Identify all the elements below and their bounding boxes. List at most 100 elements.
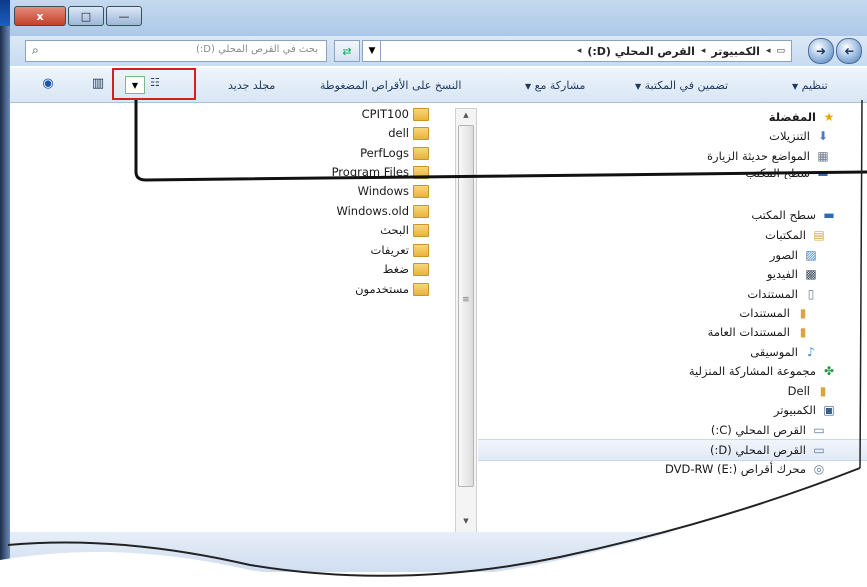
list-item[interactable]: Program Files [332,163,429,181]
nav-buttons: ➜ ➜ [808,38,863,64]
list-item[interactable]: مستخدمون [355,280,429,298]
file-name: PerfLogs [360,146,409,160]
grip-icon: ≡ [462,295,470,305]
folder-icon [413,282,429,296]
burn-button[interactable]: النسخ على الأقراص المضغوطة [320,79,461,92]
desktop-icon: ▬ [817,167,829,179]
refresh-button[interactable]: ⇄ [334,40,360,62]
list-item[interactable]: ضغط [383,260,429,278]
nav-desktop[interactable]: ▬ سطح المكتب [751,206,837,224]
nav-documents[interactable]: ▯ المستندات [747,285,819,303]
breadcrumb-separator-icon: ◂ [700,46,706,56]
arrow-right-icon: ➜ [815,44,827,58]
help-icon[interactable]: ◉ [38,76,58,92]
nav-label: المستندات [747,287,798,301]
search-input[interactable]: ⌕ بحث في القرص المحلي (D:) [25,40,327,62]
scrollbar-thumb[interactable] [458,125,474,487]
minimize-button[interactable]: — [106,6,142,26]
include-library-label: تضمين في المكتبة [644,79,729,92]
forward-button[interactable]: ➜ [808,38,834,64]
arrow-left-icon: ➜ [843,44,855,58]
file-name: Windows.old [336,204,409,218]
user-folder-icon: ▮ [819,384,827,398]
nav-label: الكمبيوتر [773,403,816,417]
nav-video[interactable]: ▩ الفيديو [767,265,819,283]
file-name: Windows [357,184,409,198]
nav-computer[interactable]: ▣ الكمبيوتر [774,401,837,419]
list-item[interactable]: تعريفات [371,241,429,259]
nav-desktop-favorite[interactable]: ▬ سطح المكتب [745,167,831,179]
nav-label: المكتبات [765,228,806,242]
computer-drive-icon: ▭ [776,46,785,56]
documents-icon: ▯ [807,287,815,301]
address-bar[interactable]: ▭ ◂ الكمبيوتر ◂ القرص المحلي (D:) ◂ [380,40,792,62]
folder-icon [413,146,429,160]
nav-downloads[interactable]: ⬇ التنزيلات [769,127,831,145]
file-name: dell [388,126,409,140]
nav-favorites[interactable]: ★ المفضلة [769,108,837,126]
list-item[interactable]: PerfLogs [360,144,429,162]
nav-homegroup[interactable]: ✤ مجموعة المشاركة المنزلية [689,362,837,380]
nav-label: الصور [769,248,798,262]
file-name: CPIT100 [361,107,409,121]
maximize-button[interactable]: □ [68,6,104,26]
nav-pictures[interactable]: ▨ الصور [770,246,819,264]
nav-dvd-drive[interactable]: ◎ محرك أقراص DVD-RW (E:) [665,460,827,478]
list-item[interactable]: البحث [380,221,429,239]
nav-my-documents[interactable]: ▮ المستندات [739,304,811,322]
breadcrumb-separator-icon: ◂ [765,46,771,56]
nav-public-documents[interactable]: ▮ المستندات العامة [708,323,811,341]
organize-menu[interactable]: تنظيم ▼ [792,79,828,92]
folder-icon [413,184,429,198]
nav-label: محرك أقراص DVD-RW (E:) [664,462,806,476]
folder-icon [413,165,429,179]
nav-music[interactable]: ♪ الموسيقى [750,343,819,361]
nav-label: المواضع حديثة الزيارة [707,149,810,163]
file-name: تعريفات [370,243,409,257]
breadcrumb-separator-icon: ◂ [576,46,582,56]
address-history-dropdown[interactable]: ▼ [362,40,382,62]
documents-folder-icon: ▮ [799,306,807,320]
nav-drive-d[interactable]: ▭ القرص المحلي (D:) [710,441,827,459]
folder-icon [413,126,429,140]
close-button[interactable]: x [14,6,66,26]
list-item[interactable]: CPIT100 [362,105,429,123]
nav-label: مجموعة المشاركة المنزلية [688,364,816,378]
computer-icon: ▣ [823,403,835,417]
star-icon: ★ [823,110,835,124]
scroll-down-icon[interactable]: ▼ [456,517,476,531]
list-item[interactable]: dell [388,124,429,142]
nav-dell[interactable]: ▮ Dell [788,382,831,400]
caption-buttons: x □ — [14,6,142,26]
scroll-up-icon[interactable]: ▲ [456,111,476,125]
back-button[interactable]: ➜ [836,38,862,64]
nav-label: سطح المكتب [745,167,810,179]
share-with-label: مشاركة مع [534,79,586,92]
chevron-down-icon: ▼ [525,82,532,91]
new-folder-button[interactable]: مجلد جديد [228,79,275,92]
chevron-down-icon: ▼ [368,46,376,56]
share-with-menu[interactable]: مشاركة مع ▼ [525,79,585,92]
folder-icon [413,262,429,276]
preview-pane-icon[interactable]: ▥ [88,76,108,92]
include-in-library-menu[interactable]: تضمين في المكتبة ▼ [635,79,728,92]
folder-icon [413,243,429,257]
nav-libraries[interactable]: ▤ المكتبات [765,226,827,244]
downloads-icon: ⬇ [817,129,829,143]
list-item[interactable]: Windows.old [336,202,429,220]
desktop-icon: ▬ [823,208,835,222]
nav-label: المستندات [739,306,790,320]
recent-places-icon: ▦ [817,149,829,163]
nav-pane-scrollbar[interactable]: ▲ ≡ ▼ [455,108,477,534]
nav-label: الموسيقى [750,345,798,359]
window-left-edge [0,0,10,587]
public-documents-icon: ▮ [799,325,807,339]
nav-drive-c[interactable]: ▭ القرص المحلي (C:) [711,421,827,439]
list-item[interactable]: Windows [358,182,429,200]
nav-label: المستندات العامة [707,325,790,339]
breadcrumb-computer[interactable]: الكمبيوتر [711,45,760,58]
file-name: ضغط [382,262,409,276]
nav-recent-places[interactable]: ▦ المواضع حديثة الزيارة [707,147,831,165]
nav-label: الفيديو [766,267,798,281]
breadcrumb-drive-d[interactable]: القرص المحلي (D:) [587,45,695,58]
